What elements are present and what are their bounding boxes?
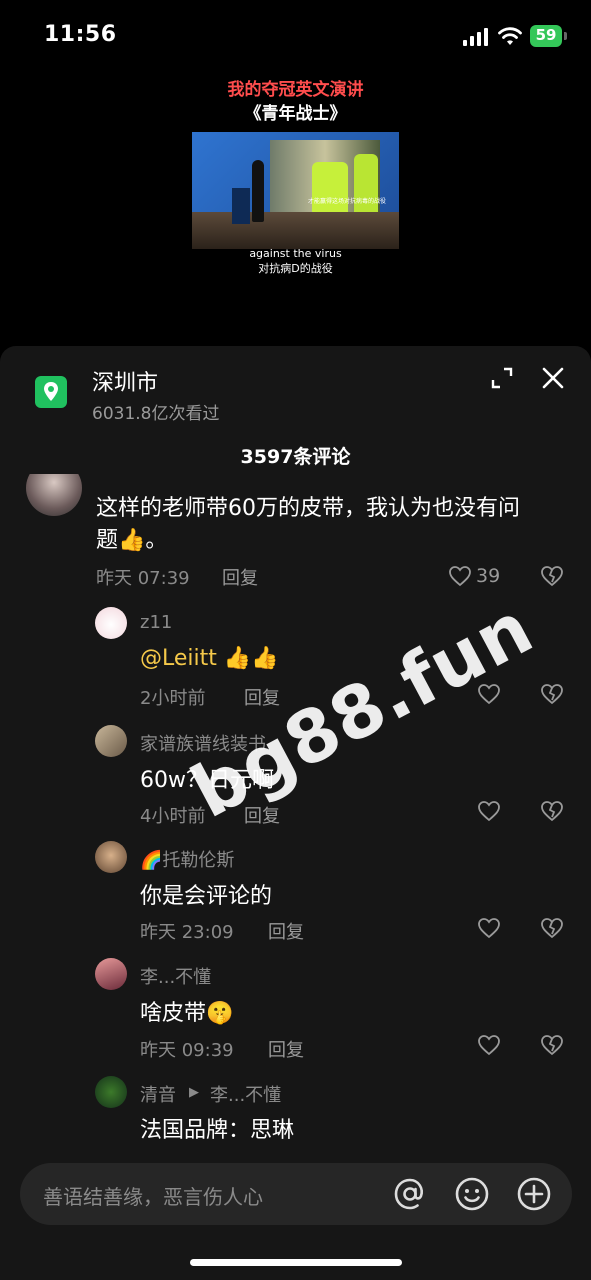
location-views: 6031.8亿次看过 xyxy=(92,404,220,424)
emoji-icon[interactable] xyxy=(454,1176,490,1212)
comment-text: 这样的老师带60万的皮带，我认为也没有问 xyxy=(96,496,520,521)
status-bar: 11:56 59 xyxy=(0,0,591,72)
reply-time: 昨天 09:39 xyxy=(140,1040,234,1061)
dislike-icon[interactable] xyxy=(540,683,564,705)
reply-text: @Leiitt 👍👍 xyxy=(140,646,279,671)
expand-icon[interactable] xyxy=(490,366,514,390)
like-count: 39 xyxy=(476,565,501,587)
video-thumbnail: 才能赢得这场对抗病毒的战役 xyxy=(192,132,399,249)
reply-time: 昨天 23:09 xyxy=(140,922,234,943)
comment-panel: 深圳市 6031.8亿次看过 3597条评论 这样的老师带60万的皮带，我认为也… xyxy=(0,346,591,1280)
podium xyxy=(232,188,250,224)
plus-icon[interactable] xyxy=(516,1176,552,1212)
wifi-icon xyxy=(498,27,522,45)
heart-icon[interactable] xyxy=(448,565,472,587)
avatar[interactable] xyxy=(26,474,82,516)
reply-button[interactable]: 回复 xyxy=(222,564,258,590)
video-title-line1: 我的夺冠英文演讲 xyxy=(227,80,364,100)
location-city[interactable]: 深圳市 xyxy=(92,365,158,397)
battery-icon: 59 xyxy=(530,25,568,47)
at-icon[interactable] xyxy=(392,1176,428,1212)
screen-caption: 才能赢得这场对抗病毒的战役 xyxy=(308,198,387,205)
reply-username[interactable]: z11 xyxy=(140,612,172,633)
reply-time: 2小时前 xyxy=(140,688,206,709)
close-icon[interactable] xyxy=(540,365,566,391)
battery-text: 59 xyxy=(535,26,557,44)
heart-icon[interactable] xyxy=(477,800,501,822)
reply-text: 你是会评论的 xyxy=(140,884,273,909)
comment-input[interactable]: 善语结善缘，恶言伤人心 xyxy=(20,1163,572,1225)
reply-text: 啥皮带🤫 xyxy=(140,1001,234,1026)
heart-icon[interactable] xyxy=(477,917,501,939)
dislike-icon[interactable] xyxy=(540,917,564,939)
avatar[interactable] xyxy=(95,607,127,639)
reply-to-username[interactable]: 李...不懂 xyxy=(210,1081,281,1107)
reply-text: 法国品牌：思琳 xyxy=(140,1118,295,1143)
home-indicator xyxy=(190,1259,402,1266)
comment-input-placeholder: 善语结善缘，恶言伤人心 xyxy=(43,1185,263,1209)
reply-username[interactable]: 李...不懂 xyxy=(140,963,211,989)
comment-time: 昨天 07:39 xyxy=(96,568,190,589)
location-pin-icon[interactable] xyxy=(35,376,67,408)
dislike-icon[interactable] xyxy=(540,565,564,587)
heart-icon[interactable] xyxy=(477,1034,501,1056)
dislike-icon[interactable] xyxy=(540,800,564,822)
reply-username[interactable]: 🌈托勒伦斯 xyxy=(140,846,234,872)
reply-username[interactable]: 清音 xyxy=(140,1081,176,1107)
reply-button[interactable]: 回复 xyxy=(268,1036,304,1062)
reply-button[interactable]: 回复 xyxy=(268,918,304,944)
signal-icon xyxy=(463,28,488,46)
video-player[interactable]: 我的夺冠英文演讲 《青年战士》 才能赢得这场对抗病毒的战役 against th… xyxy=(0,72,591,347)
avatar[interactable] xyxy=(95,958,127,990)
comment-text: 题👍。 xyxy=(96,528,168,553)
comment-list[interactable]: 这样的老师带60万的皮带，我认为也没有问 题👍。 昨天 07:39 回复 39 … xyxy=(0,474,591,1152)
subtitle-chinese: 对抗病D的战役 xyxy=(258,262,333,275)
status-time: 11:56 xyxy=(44,22,117,47)
reply-time: 4小时前 xyxy=(140,806,206,827)
comment-count: 3597条评论 xyxy=(240,446,351,468)
stage-floor xyxy=(192,212,399,249)
avatar[interactable] xyxy=(95,1076,127,1108)
speaker xyxy=(252,160,264,222)
reply-arrow-icon: ▶ xyxy=(189,1085,199,1100)
avatar[interactable] xyxy=(95,841,127,873)
dislike-icon[interactable] xyxy=(540,1034,564,1056)
subtitle-english: against the virus xyxy=(249,247,342,260)
battery-cap xyxy=(564,32,567,40)
reply-button[interactable]: 回复 xyxy=(244,684,280,710)
video-title-line2: 《青年战士》 xyxy=(244,104,347,124)
avatar[interactable] xyxy=(95,725,127,757)
